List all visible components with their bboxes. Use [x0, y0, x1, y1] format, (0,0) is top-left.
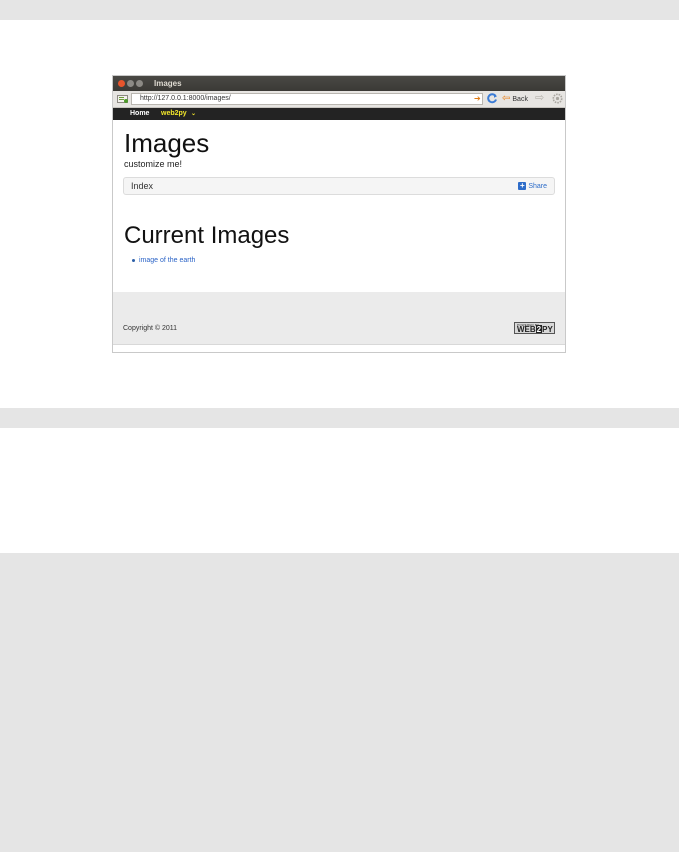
page-title: Images [124, 128, 210, 158]
window-close-button[interactable] [118, 80, 125, 87]
go-arrow-icon[interactable]: ➔ [474, 94, 481, 103]
middle-gray-band [0, 408, 679, 428]
bookmark-icon[interactable] [117, 94, 129, 104]
top-gray-band [0, 0, 679, 20]
browser-window: Images http://127.0.0.1:8000/images/ ➔ ⇦… [112, 75, 566, 353]
list-item: image of the earth [132, 257, 195, 264]
bottom-gray-area [0, 553, 679, 852]
gear-icon[interactable] [552, 93, 563, 104]
back-arrow-icon: ⇦ [502, 93, 511, 104]
back-label: Back [512, 95, 528, 103]
site-menubar: Home web2py ⌄ [113, 108, 565, 120]
chevron-down-icon[interactable]: ⌄ [191, 108, 196, 120]
share-button[interactable]: + Share [518, 182, 547, 190]
bullet-icon [132, 259, 135, 262]
breadcrumb: Index + Share [123, 177, 555, 195]
forward-arrow-icon[interactable]: ⇨ [535, 92, 544, 104]
window-title: Images [154, 79, 182, 88]
page-subtitle: customize me! [124, 159, 183, 169]
menu-item-web2py[interactable]: web2py [161, 108, 187, 120]
window-maximize-button[interactable] [136, 80, 143, 87]
copyright-text: Copyright © 2011 [123, 325, 178, 332]
browser-toolbar: http://127.0.0.1:8000/images/ ➔ ⇦ Back ⇨ [113, 91, 565, 108]
powered-by-web2py-logo[interactable]: POWERED BY WEB2PY [514, 322, 555, 334]
share-label: Share [528, 182, 547, 190]
window-minimize-button[interactable] [127, 80, 134, 87]
plus-icon: + [518, 181, 527, 190]
breadcrumb-index[interactable]: Index [131, 181, 153, 191]
menu-item-home[interactable]: Home [130, 108, 149, 120]
page-content: Images customize me! Index + Share Curre… [113, 120, 565, 293]
window-titlebar: Images [113, 76, 565, 91]
page-footer: Copyright © 2011 POWERED BY WEB2PY [113, 292, 565, 345]
section-title: Current Images [124, 222, 290, 249]
reload-icon[interactable] [487, 93, 498, 104]
url-bar[interactable]: http://127.0.0.1:8000/images/ [131, 93, 483, 105]
back-button[interactable]: ⇦ Back [502, 93, 528, 105]
image-link[interactable]: image of the earth [139, 257, 195, 264]
